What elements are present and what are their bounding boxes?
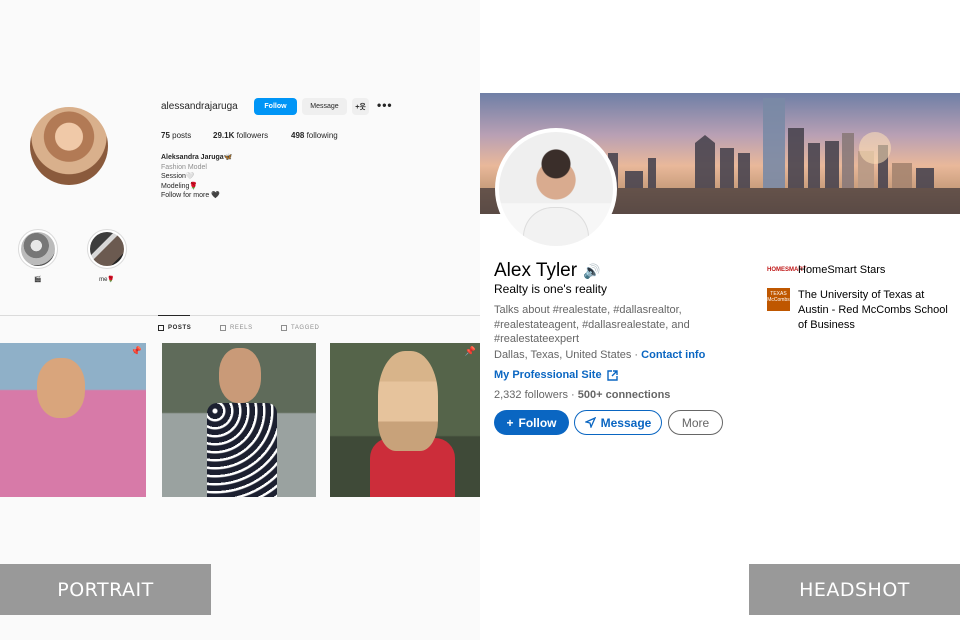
bio-line: Follow for more 🖤: [161, 192, 220, 200]
professional-site-link[interactable]: My Professional Site: [494, 369, 618, 381]
portrait-label: PORTRAIT: [0, 564, 211, 615]
linkedin-avatar[interactable]: [495, 128, 617, 250]
education-school[interactable]: TEXAS McCombs The University of Texas at…: [767, 288, 952, 333]
tab-tagged[interactable]: TAGGED: [281, 325, 320, 331]
instagram-follow-button[interactable]: Follow: [254, 98, 297, 115]
contact-info-link[interactable]: Contact info: [641, 349, 705, 361]
experience-company[interactable]: HOMESMART HomeSmart Stars: [767, 263, 885, 278]
tab-reels[interactable]: REELS: [220, 325, 253, 331]
story-highlight[interactable]: 🎬: [18, 229, 58, 283]
highlight-label: 🎬: [34, 277, 42, 283]
tagged-icon: [281, 325, 287, 331]
bio-line: Session🤍: [161, 173, 195, 181]
speaker-icon[interactable]: 🔊: [583, 263, 600, 280]
bio-line: Modeling🌹: [161, 182, 199, 190]
more-options-icon[interactable]: •••: [377, 98, 393, 112]
instagram-username: alessandrajaruga: [161, 101, 238, 112]
followers-count[interactable]: 29.1K followers: [213, 131, 291, 140]
active-tab-indicator: [158, 315, 190, 316]
send-icon: [584, 417, 596, 428]
profile-location: Dallas, Texas, United States · Contact i…: [494, 349, 706, 361]
bio-name: Aleksandra Jaruga🦋: [161, 154, 233, 161]
profile-headline: Realty is one's reality: [494, 282, 608, 296]
post-thumbnail[interactable]: 📌: [0, 343, 146, 497]
instagram-stats: 75 posts 29.1K followers 498 following: [161, 131, 338, 140]
followers-connections: 2,332 followers · 500+ connections: [494, 389, 671, 401]
homesmart-logo: HOMESMART: [767, 266, 807, 273]
instagram-bio: Aleksandra Jaruga🦋 Fashion Model Session…: [161, 153, 232, 201]
followers-count: 2,332 followers: [494, 389, 568, 401]
instagram-message-button[interactable]: Message: [302, 98, 347, 115]
highlight-cover: [87, 229, 127, 269]
linkedin-follow-button[interactable]: + Follow: [494, 410, 569, 435]
school-name: The University of Texas at Austin - Red …: [798, 289, 948, 331]
highlight-cover: [18, 229, 58, 269]
instagram-avatar[interactable]: [30, 107, 108, 185]
instagram-profile-panel: alessandrajaruga Follow Message +웃 ••• 7…: [0, 0, 480, 640]
plus-icon: +: [506, 415, 514, 430]
linkedin-more-button[interactable]: More: [668, 410, 723, 435]
pin-icon: 📌: [464, 346, 476, 356]
profile-about: Talks about #realestate, #dallasrealtor,…: [494, 304, 690, 345]
linkedin-message-button[interactable]: Message: [574, 410, 662, 435]
tabs-divider: [0, 315, 480, 316]
add-user-icon[interactable]: +웃: [352, 98, 369, 115]
linkedin-profile-panel: Alex Tyler 🔊 Realty is one's reality Tal…: [480, 0, 960, 640]
tab-posts[interactable]: POSTS: [158, 325, 191, 331]
following-count[interactable]: 498 following: [291, 131, 338, 140]
story-highlight[interactable]: me🌹: [87, 229, 127, 283]
company-name: HomeSmart Stars: [798, 264, 886, 276]
connections-count: 500+ connections: [577, 389, 671, 401]
bio-category: Fashion Model: [161, 163, 207, 171]
post-thumbnail[interactable]: [162, 343, 316, 497]
headshot-label: HEADSHOT: [749, 564, 960, 615]
reels-icon: [220, 325, 226, 331]
profile-name: Alex Tyler 🔊: [494, 260, 601, 281]
post-thumbnail[interactable]: 📌: [330, 343, 480, 497]
pin-icon: 📌: [130, 346, 142, 356]
texas-mccombs-logo: TEXAS McCombs: [767, 288, 790, 311]
highlight-label: me🌹: [99, 277, 115, 283]
external-link-icon: [606, 369, 618, 381]
posts-count: 75 posts: [161, 131, 192, 140]
grid-icon: [158, 325, 164, 331]
